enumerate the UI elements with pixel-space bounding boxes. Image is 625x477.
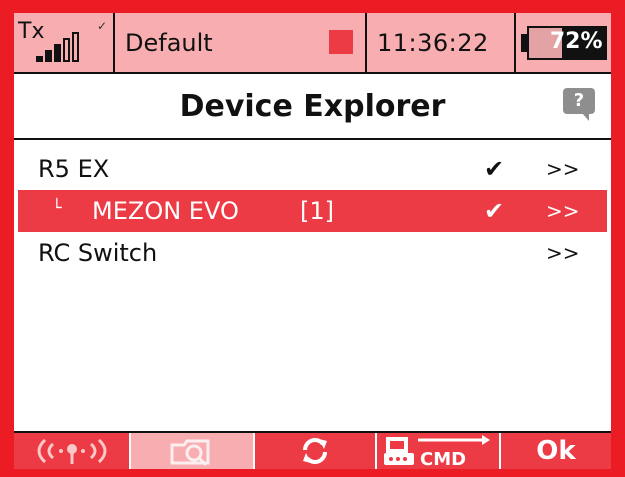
- svg-text:CMD: CMD: [420, 449, 466, 468]
- clock-cell: 11:36:22: [367, 13, 516, 72]
- signal-strength-icon: [36, 32, 79, 62]
- device-index: [1]: [300, 197, 334, 225]
- battery-cell: 72%: [516, 13, 611, 72]
- open-arrow[interactable]: >>: [546, 157, 580, 181]
- battery-percent: 72%: [549, 28, 603, 54]
- status-bar: Tx ✓ Default 11:36:22 72%: [14, 13, 611, 74]
- open-arrow[interactable]: >>: [546, 241, 580, 265]
- ok-button[interactable]: Ok: [501, 433, 611, 469]
- wireless-signal-icon: [37, 438, 106, 464]
- battery-icon: 72%: [520, 25, 607, 60]
- tx-check-icon: ✓: [96, 19, 107, 33]
- record-indicator-icon: [329, 30, 353, 54]
- device-name: MEZON EVO: [92, 197, 239, 225]
- device-name: RC Switch: [38, 239, 158, 267]
- device-list: R5 EX ✔ >> └ MEZON EVO [1] ✔ >> RC Switc…: [18, 148, 607, 274]
- clock: 11:36:22: [377, 28, 489, 57]
- tree-branch-icon: └: [52, 198, 62, 217]
- page-header: Device Explorer ?: [14, 74, 611, 140]
- refresh-icon: [303, 438, 327, 464]
- device-cmd-icon: CMD: [384, 435, 490, 468]
- check-icon: ✔: [484, 155, 505, 183]
- bottom-toolbar: CMD Ok: [14, 431, 611, 469]
- tx-signal-cell: Tx ✓: [14, 13, 115, 72]
- folder-search-icon: [170, 439, 210, 467]
- device-row[interactable]: RC Switch >>: [18, 232, 607, 274]
- device-row[interactable]: R5 EX ✔ >>: [18, 148, 607, 190]
- page-title: Device Explorer: [179, 88, 446, 124]
- help-icon[interactable]: ?: [563, 88, 595, 121]
- device-command-button[interactable]: CMD: [377, 433, 501, 469]
- device-name: R5 EX: [38, 155, 110, 183]
- refresh-button[interactable]: [255, 433, 377, 469]
- model-name: Default: [125, 28, 213, 57]
- model-cell[interactable]: Default: [115, 13, 367, 72]
- open-arrow[interactable]: >>: [546, 199, 580, 223]
- browse-button[interactable]: [131, 433, 255, 469]
- device-row-selected[interactable]: └ MEZON EVO [1] ✔ >>: [18, 190, 607, 232]
- wireless-button[interactable]: [14, 433, 131, 469]
- check-icon: ✔: [484, 197, 505, 225]
